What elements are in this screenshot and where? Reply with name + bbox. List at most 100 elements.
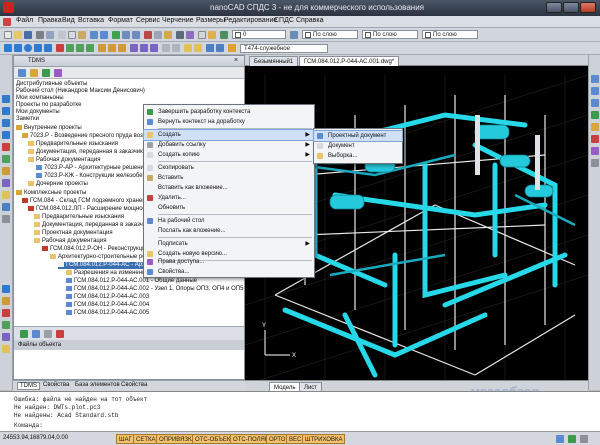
offset-icon[interactable] [108,44,116,52]
arc-icon[interactable] [34,44,42,52]
menu-help[interactable]: Справка [296,17,323,24]
menu-properties[interactable]: Свойства... [144,267,314,277]
menu-create-copy[interactable]: Создать копию ▶ [144,150,314,160]
tdms-search-icon[interactable] [54,69,62,77]
properties-icon[interactable] [144,31,152,39]
command-prompt[interactable]: Команда: [14,422,43,429]
tree-item[interactable]: ГСМ.084.012.Р-044-АС.002 - Узел 1. Опоры… [66,286,243,293]
object-edit-icon[interactable] [44,330,52,338]
tree-item[interactable]: Разрешения на изменение [66,270,149,277]
object-add-icon[interactable] [20,330,28,338]
menu-paste[interactable]: Вставить [144,173,314,183]
menu-create[interactable]: Создать ▶ [143,129,315,141]
rotate-icon[interactable] [76,44,84,52]
doc-menu-icon[interactable] [3,18,11,26]
tool-line-icon[interactable] [2,95,10,103]
pan-icon[interactable] [112,31,120,39]
close-button[interactable] [580,2,596,13]
match-properties-icon[interactable] [290,31,298,39]
dimension-icon[interactable] [130,44,138,52]
submenu-selection[interactable]: Выборка... [314,151,402,161]
tool-move-icon[interactable] [2,155,10,163]
layers-icon[interactable] [154,31,162,39]
linetype-combo[interactable]: По слою [362,30,418,39]
zoom-window-icon[interactable] [132,31,140,39]
view-side-icon[interactable] [591,99,599,107]
menu-view[interactable]: Вид [62,17,75,24]
menu-draw[interactable]: Черчение [162,17,194,24]
app-icon[interactable] [3,2,14,13]
tool-leader-icon[interactable] [2,297,10,305]
format-icon[interactable] [208,31,216,39]
tree-item[interactable]: Проекты по разработке [16,102,81,109]
rectangle-icon[interactable] [44,44,52,52]
tree-item[interactable]: ГСМ.084 - Склад ГСМ подземного хранения [22,198,152,205]
status-lock-icon[interactable] [568,435,576,443]
menu-add-link[interactable]: Добавить ссылку ▶ [144,140,314,150]
tool-erase-icon[interactable] [2,143,10,151]
zoom-icon[interactable] [122,31,130,39]
submenu-document[interactable]: Документ [314,141,402,151]
tree-item[interactable]: ГСМ.084.012.Р-044-АС.005 [66,310,149,317]
lineweight-combo[interactable]: По слою [422,30,478,39]
status-settings-icon[interactable] [580,435,588,443]
panel-close-icon[interactable]: × [234,57,238,64]
tree-item[interactable]: ГСМ.084.012.ЛП - Расширение мощности [28,206,152,213]
layer-name-combo[interactable]: Т474-служебное [240,44,328,53]
menu-tools[interactable]: Сервис [136,17,160,24]
tdms-folder-icon[interactable] [30,69,38,77]
tree-item[interactable]: Документация, переданная в заказчику [34,222,152,229]
menu-send-attachment[interactable]: Послать как вложение... [144,226,314,236]
tool-table-icon[interactable] [2,321,10,329]
hatch-icon[interactable] [150,44,158,52]
tool-copy-icon[interactable] [2,167,10,175]
tree-item[interactable]: ГСМ.084.012.Р-044-АС.001 - Общие данные [66,278,197,285]
paste-icon[interactable] [78,31,86,39]
erase-icon[interactable] [56,44,64,52]
tree-item[interactable]: Дочерние проекты [28,181,88,188]
tree-item[interactable]: 7023.Р-АР - Архитектурные решения [36,165,147,172]
tree-item[interactable]: Предварительные изыскания [34,214,124,221]
tree-item[interactable]: Внутренние проекты [16,125,82,132]
mirror-icon[interactable] [98,44,106,52]
tree-item[interactable]: Мои документы [16,109,60,116]
undo-icon[interactable] [90,31,98,39]
object-open-icon[interactable] [32,330,40,338]
circle-icon[interactable] [24,44,32,52]
tree-item[interactable]: Дистрибутивные объекты [16,81,88,88]
walk-icon[interactable] [591,159,599,167]
orbit-icon[interactable] [206,44,214,52]
text-icon[interactable] [140,44,148,52]
menu-spds[interactable]: СПДС [274,17,294,24]
tool-stamp-icon[interactable] [2,345,10,353]
tree-item[interactable]: 7023.Р - Возведение пресного пруда возле [22,133,150,140]
view-iso-icon[interactable] [591,111,599,119]
menu-format[interactable]: Формат [108,17,133,24]
save-icon[interactable] [24,31,32,39]
doc-tab-active[interactable]: ГСМ.084.012.Р-044-АС.001.dwg* [299,56,400,66]
tree-item[interactable]: Заметки [16,116,39,123]
tree-item[interactable]: Рабочая документация [28,157,100,164]
menu-insert[interactable]: Вставка [78,17,104,24]
command-line[interactable]: Ошибка: файла не найден на тот объект Не… [0,391,600,431]
line-icon[interactable] [4,44,12,52]
table-icon[interactable] [194,44,202,52]
maximize-button[interactable] [563,2,579,13]
grid-icon[interactable] [172,44,180,52]
tree-item[interactable]: Рабочий стол (Никандров Максим Денисович… [16,88,145,95]
tree-item[interactable]: Документация, переданная в заказчику [28,149,146,156]
tab-elements-base[interactable]: База элементов [73,382,122,388]
status-grid-button[interactable]: СЕТКА [133,434,159,444]
tree-item[interactable]: ГСМ.084.012.Р-ОН - Реконструкция [42,246,149,253]
tool-arc-icon[interactable] [2,131,10,139]
scale-icon[interactable] [86,44,94,52]
menu-edit[interactable]: Правка [38,17,62,24]
tdms-home-icon[interactable] [18,69,26,77]
tool-text-icon[interactable] [2,179,10,187]
menu-paste-attachment[interactable]: Вставить как вложение... [144,183,314,193]
snap-icon[interactable] [162,44,170,52]
object-delete-icon[interactable] [56,330,64,338]
open-icon[interactable] [14,31,22,39]
tree-item[interactable]: ГСМ.084.012.Р-044-АС.003 [66,294,149,301]
minimize-button[interactable] [546,2,562,13]
